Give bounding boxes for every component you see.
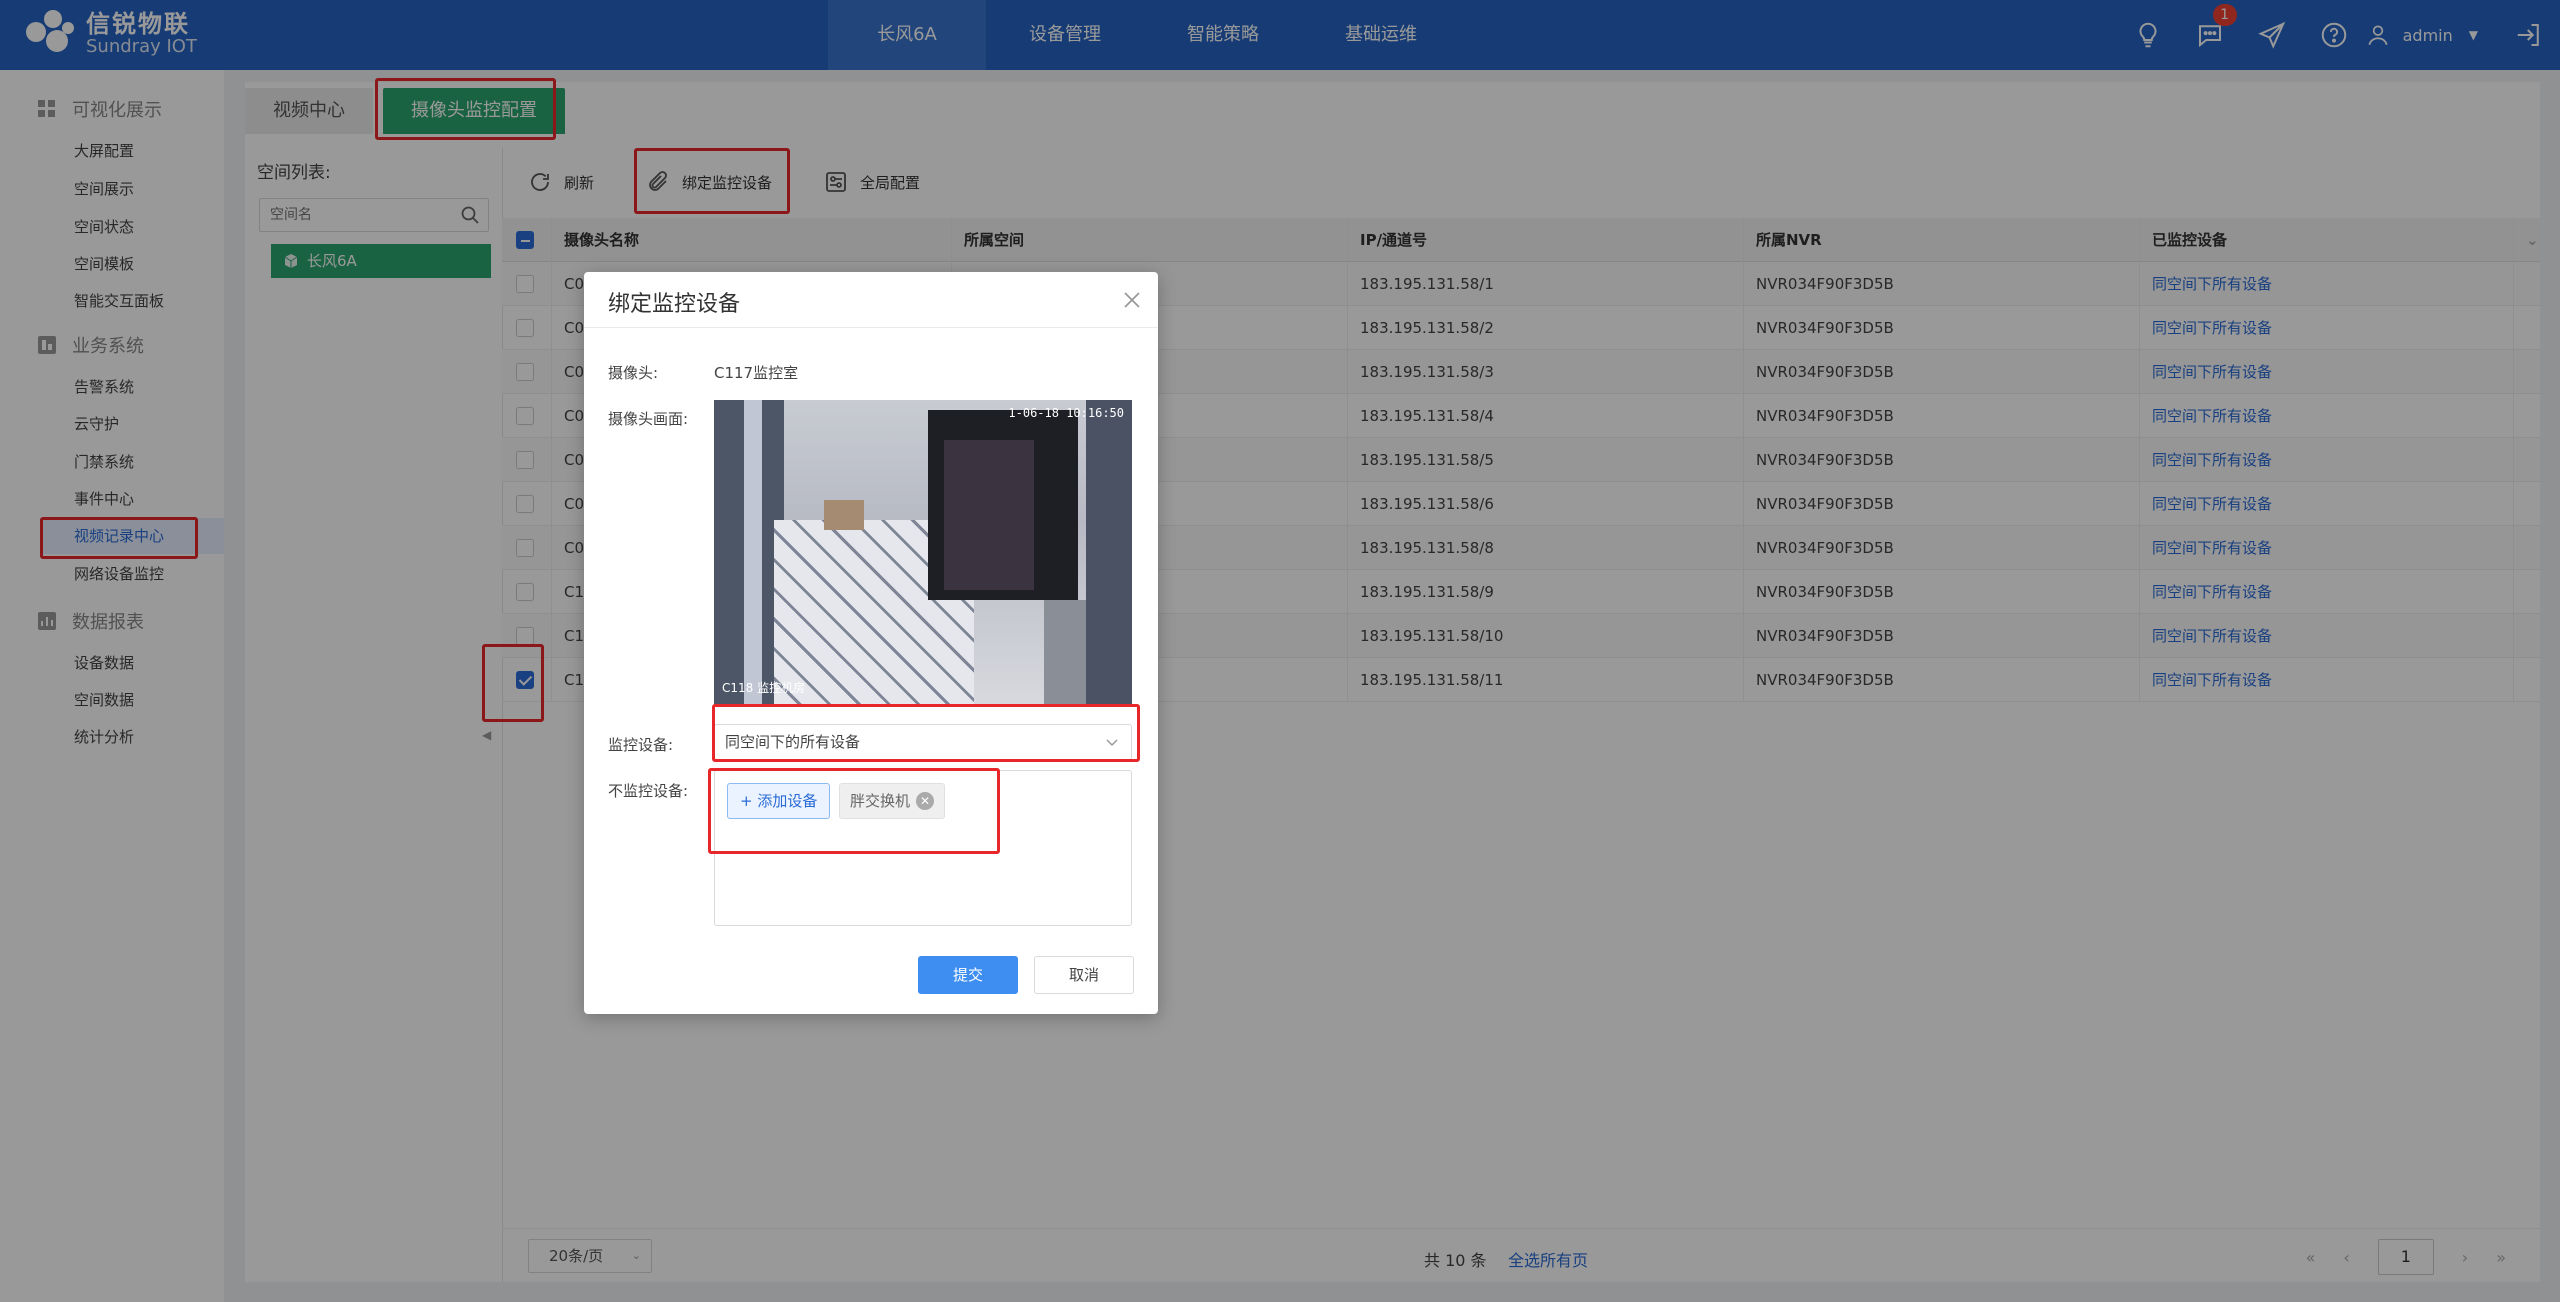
camera-value: C117监控室 bbox=[714, 364, 799, 382]
submit-button[interactable]: 提交 bbox=[918, 956, 1018, 994]
monitor-device-label: 监控设备: bbox=[608, 736, 674, 754]
modal-overlay[interactable] bbox=[0, 0, 2560, 1302]
monitor-device-select[interactable]: 同空间下的所有设备 bbox=[714, 724, 1132, 760]
cancel-button[interactable]: 取消 bbox=[1034, 956, 1134, 994]
exclude-device-area: + 添加设备 胖交换机 ✕ bbox=[714, 770, 1132, 926]
camera-channel-tag: C118 监控机房 bbox=[722, 681, 806, 695]
chevron-down-icon bbox=[1106, 739, 1118, 747]
camera-frame-label: 摄像头画面: bbox=[608, 410, 689, 428]
camera-frame: 1-06-18 10:16:50 C118 监控机房 bbox=[714, 400, 1132, 706]
camera-timestamp: 1-06-18 10:16:50 bbox=[1008, 406, 1124, 420]
bind-device-dialog: 绑定监控设备 摄像头: C117监控室 摄像头画面: 1-06-18 10:16… bbox=[584, 272, 1158, 1014]
camera-label: 摄像头: bbox=[608, 364, 659, 382]
add-device-button[interactable]: + 添加设备 bbox=[727, 783, 831, 819]
device-tag: 胖交换机 ✕ bbox=[839, 783, 946, 819]
exclude-device-label: 不监控设备: bbox=[608, 782, 689, 800]
close-icon[interactable] bbox=[1120, 288, 1144, 312]
remove-tag-icon[interactable]: ✕ bbox=[916, 792, 935, 810]
dialog-title: 绑定监控设备 bbox=[608, 292, 741, 317]
